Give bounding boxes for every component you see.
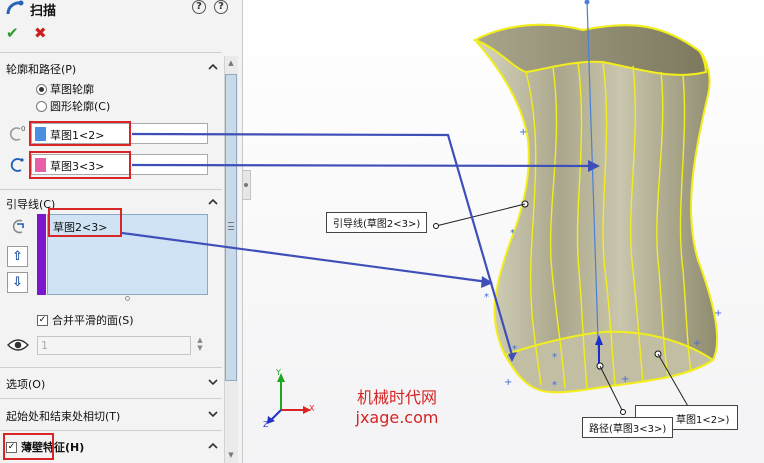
watermark-line1: 机械时代网 [356,388,437,407]
move-down-button[interactable]: ⇩ [7,272,28,293]
chevron-up-icon[interactable] [208,441,218,451]
chevron-down-icon[interactable] [208,377,218,387]
radio-label: 圆形轮廓(C) [50,100,111,113]
radio-circular-profile[interactable]: 圆形轮廓(C) [36,99,110,113]
scroll-down-arrow[interactable]: ▼ [226,450,236,460]
sweep-model-3d[interactable]: * * * * + + + + + * [243,0,764,463]
eye-icon[interactable] [7,338,29,352]
svg-text:+: + [519,127,527,138]
section-title-options[interactable]: 选项(O) [6,376,45,392]
chevron-up-icon[interactable] [208,197,218,207]
svg-text:+: + [693,338,701,349]
svg-text:+: + [714,308,722,319]
guide-list-color-bar [37,214,46,295]
cancel-x-icon[interactable]: ✖ [34,24,47,42]
guide-curve-icon [12,219,24,234]
guide-count-input[interactable]: 1 [37,336,191,355]
divider [0,430,222,431]
svg-text:*: * [484,292,489,303]
highlight-box [29,121,131,146]
merge-faces-label: 合并平滑的面(S) [52,314,134,327]
resize-handle[interactable] [125,296,130,301]
merge-faces-option[interactable]: ✓ 合并平滑的面(S) [37,312,134,328]
radio-label: 草图轮廓 [50,83,94,96]
help-icon[interactable]: ? [192,0,206,14]
triad-y-label: Y [276,368,281,377]
graphics-viewport[interactable]: * * * * + + + + + * 引导线(草图2<3>) 草图1<2>) 路径(草图3… [243,0,764,463]
divider [0,52,222,53]
triad-x-label: X [309,404,315,413]
radio-button[interactable] [36,83,47,95]
scrollbar-grip-icon [228,222,234,230]
triad-z-label: Z [263,420,269,429]
ok-check-icon[interactable]: ✔ [6,24,19,42]
merge-faces-checkbox[interactable]: ✓ [37,314,48,326]
svg-text:+: + [621,374,629,385]
svg-text:+: + [504,377,512,388]
svg-text:*: * [552,352,557,363]
guide-curve-callout[interactable]: 引导线(草图2<3>) [326,212,428,233]
panel-title: 扫描 [30,4,57,19]
highlight-box [48,208,122,237]
path-callout[interactable]: 路径(草图3<3>) [582,417,674,438]
chevron-up-icon[interactable] [208,62,218,72]
divider [0,398,222,399]
quick-help-icon[interactable]: ? [214,0,228,14]
svg-text:*: * [552,380,557,391]
spin-arrows[interactable]: ▲ ▼ [194,336,206,355]
watermark-line2: jxage.com [355,408,439,427]
svg-text:*: * [512,344,517,355]
radio-sketch-profile[interactable]: 草图轮廓 [36,82,94,96]
axis-triad-icon [267,373,311,424]
sweep-feature-icon [6,0,24,15]
radio-button[interactable] [36,100,47,112]
highlight-box [3,433,54,460]
divider [0,367,222,368]
svg-text:*: * [510,228,515,239]
svg-text:0: 0 [21,125,25,133]
profile-icon: 0 [9,125,25,141]
highlight-box [29,151,131,179]
divider [0,189,222,190]
chevron-down-icon[interactable] [208,409,218,419]
scroll-up-arrow[interactable]: ▲ [226,58,236,68]
section-title-tangency[interactable]: 起始处和结束处相切(T) [6,408,120,424]
property-manager-panel: 扫描 ? ? ✔ ✖ 轮廓和路径(P) 草图轮廓 圆形轮廓(C) 0 草图1<2… [0,0,243,463]
path-icon [10,158,24,172]
section-title-profile-path[interactable]: 轮廓和路径(P) [6,61,76,77]
move-up-button[interactable]: ⇧ [7,246,28,267]
watermark: 机械时代网 jxage.com [347,388,447,428]
